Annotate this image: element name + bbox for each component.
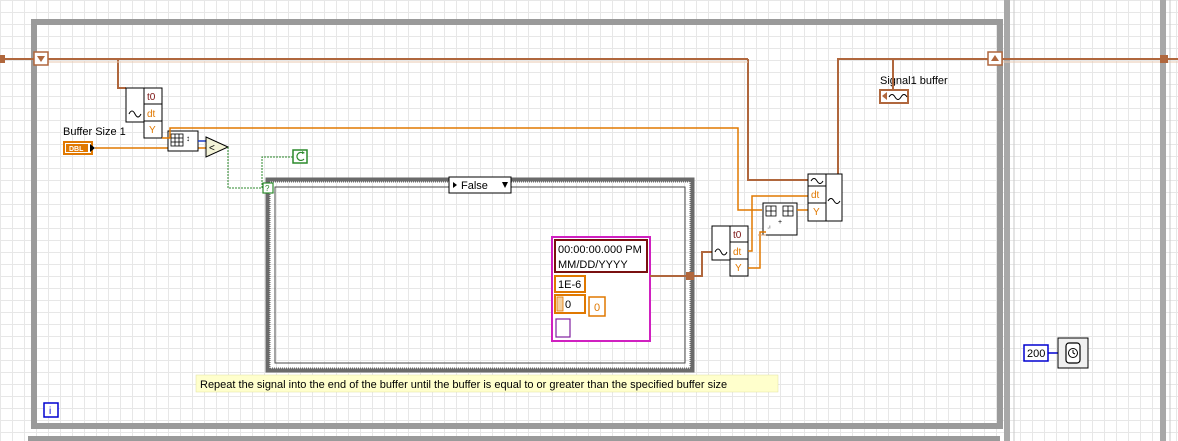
next-frame-border — [28, 436, 1000, 441]
svg-text:·ᶦ: ·ᶦ — [767, 225, 770, 232]
case-selector-label[interactable]: False — [448, 176, 512, 194]
bundle-right-y: Y — [813, 207, 820, 218]
build-array-function[interactable]: ·ᶦ + — [762, 202, 798, 236]
wait-constant[interactable]: 200 — [1023, 344, 1049, 362]
loop-iteration-terminal[interactable] — [292, 149, 308, 164]
wait-value: 200 — [1027, 348, 1045, 360]
signal-buffer-label: Signal1 buffer — [880, 75, 948, 87]
shift-register-left[interactable] — [33, 51, 49, 66]
svg-text:<: < — [209, 143, 215, 154]
comment-label: Repeat the signal into the end of the bu… — [195, 374, 779, 393]
signal-y-wire — [162, 127, 762, 211]
case-selector-terminal[interactable]: ? — [262, 182, 274, 194]
svg-text:+: + — [778, 219, 782, 226]
svg-text:i: i — [49, 406, 51, 417]
shift-register-right[interactable] — [987, 51, 1003, 66]
buffer-size-control[interactable]: DBL — [63, 141, 95, 155]
y-array-index: 0 — [565, 299, 571, 311]
unbundle-mid[interactable]: t0 dt Y — [711, 225, 749, 277]
dbl-tag: DBL — [69, 146, 84, 153]
comment-text: Repeat the signal into the end of the bu… — [200, 379, 727, 391]
waveform-out-wire — [650, 251, 712, 277]
while-loop-frame[interactable] — [31, 19, 1003, 429]
bundle-right-dt: dt — [811, 190, 820, 201]
unbundle-top[interactable]: t0 dt Y — [125, 87, 163, 139]
frame-border-right — [1160, 0, 1166, 441]
case-output-tunnel — [686, 272, 694, 280]
timestamp-date: MM/DD/YYYY — [558, 259, 628, 271]
wait-timer-icon[interactable] — [1057, 337, 1089, 369]
signal-buffer-indicator[interactable] — [879, 89, 909, 104]
bundle-right[interactable]: dt Y — [807, 173, 843, 222]
unbundle-mid-dt: dt — [733, 247, 742, 258]
svg-text:?: ? — [265, 184, 270, 193]
waveform-constant[interactable]: 00:00:00.000 PM MM/DD/YYYY 1E-6 0 0 — [551, 236, 651, 342]
unbundle-top-t0: t0 — [147, 92, 156, 103]
timestamp-time: 00:00:00.000 PM — [558, 244, 642, 256]
unbundle-top-dt: dt — [147, 109, 156, 120]
less-than-comparator[interactable]: < — [205, 136, 230, 158]
y-array-element: 0 — [594, 302, 600, 314]
dt-constant: 1E-6 — [558, 279, 581, 291]
array-size-function[interactable]: ↕ — [167, 130, 199, 152]
case-selector-value: False — [461, 180, 488, 192]
unbundle-mid-y: Y — [735, 263, 742, 274]
svg-text:↕: ↕ — [186, 134, 190, 143]
unbundle-top-y: Y — [149, 125, 156, 136]
buffer-size-label: Buffer Size 1 — [63, 126, 126, 138]
info-icon[interactable]: i — [43, 402, 59, 418]
unbundle-mid-t0: t0 — [733, 230, 742, 241]
block-diagram: t0 dt Y Buffer Size 1 DBL ↕ < ? False 00… — [0, 0, 1178, 441]
frame-border-left — [1004, 0, 1010, 441]
